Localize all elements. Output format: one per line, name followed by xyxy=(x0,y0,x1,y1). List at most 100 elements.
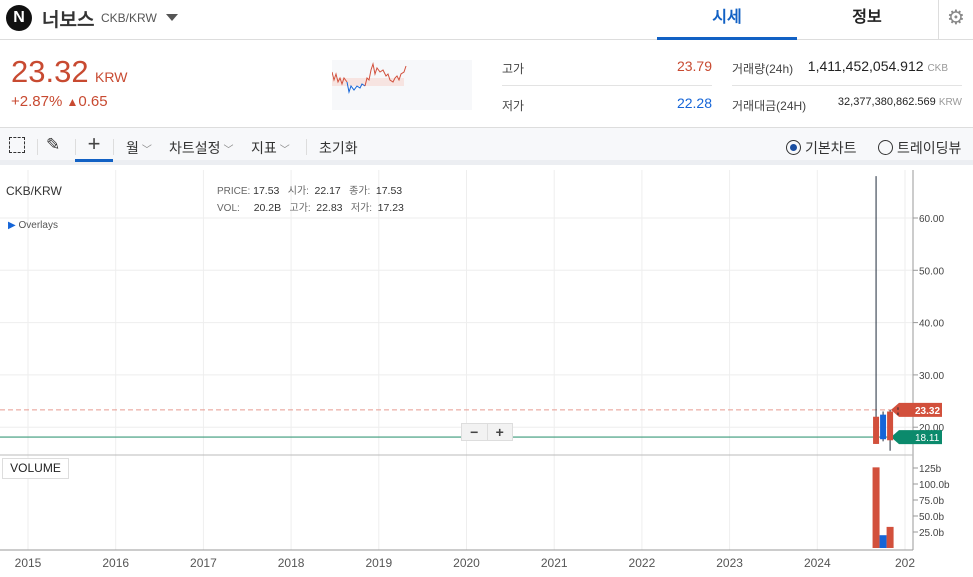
divider xyxy=(37,139,38,155)
coin-name: 너보스 xyxy=(42,10,95,31)
gear-icon[interactable]: ⚙ xyxy=(938,0,973,40)
top-bar: N 너보스 CKB/KRW 시세 정보 ⚙ xyxy=(0,0,973,40)
volume-label: 거래량(24h) xyxy=(732,62,794,76)
coin-logo: N xyxy=(6,5,32,31)
ohlc-info: PRICE: 17.53 시가: 22.17 종가: 17.53 VOL: 20… xyxy=(217,183,404,217)
price-change: +2.87% ▲0.65 xyxy=(11,93,108,110)
y-tick-label: 60.00 xyxy=(919,214,944,225)
tab-quote[interactable]: 시세 xyxy=(657,0,797,40)
overlays-label: Overlays xyxy=(18,220,58,231)
volume-value: 1,411,452,054.912 xyxy=(807,58,924,74)
reset-button[interactable]: 초기화 xyxy=(319,138,358,158)
x-tick-label: 2016 xyxy=(102,556,129,570)
period-label: 월 xyxy=(126,140,139,156)
x-tick-label: 2017 xyxy=(190,556,217,570)
low-value: 22.28 xyxy=(676,95,712,111)
amount-24h: 32,377,380,862.569 KRW xyxy=(800,96,962,108)
settings-label: 차트설정 xyxy=(169,140,221,156)
x-tick-label: 2023 xyxy=(716,556,743,570)
close-label: 종가: xyxy=(349,186,371,197)
up-arrow-icon: ▲ xyxy=(66,95,79,109)
basic-chart-label: 기본차트 xyxy=(805,140,857,156)
pencil-icon[interactable]: ✎ xyxy=(46,135,60,155)
amount-unit: KRW xyxy=(938,97,962,108)
open-value: 22.17 xyxy=(314,185,341,197)
x-tick-label: 202 xyxy=(895,556,915,570)
volume-unit: CKB xyxy=(927,63,948,74)
price-label: PRICE: xyxy=(217,186,251,197)
price-currency: KRW xyxy=(95,69,128,85)
amount-value: 32,377,380,862.569 xyxy=(837,96,936,108)
coin-pair: CKB/KRW xyxy=(101,11,157,25)
x-tick-label: 2015 xyxy=(15,556,42,570)
fullscreen-icon[interactable] xyxy=(9,137,25,153)
radio-selected-icon xyxy=(786,140,801,155)
amount-label: 거래대금(24H) xyxy=(732,99,807,113)
divider xyxy=(502,85,712,86)
high-label: 고가 xyxy=(502,62,525,76)
divider xyxy=(732,85,962,86)
chart-canvas[interactable]: 2015 2016 2017 2018 2019 2020 2021 2022 2023 2024… xyxy=(0,170,973,577)
indicators-label: 지표 xyxy=(251,140,277,156)
x-tick-label: 2018 xyxy=(278,556,305,570)
high-value: 23.79 xyxy=(676,58,712,74)
low-label: 저가 xyxy=(502,99,525,113)
current-price: 23.32 xyxy=(11,54,89,89)
y-tick-label: 30.00 xyxy=(919,371,944,382)
x-tick-label: 2019 xyxy=(365,556,392,570)
volume-panel-button[interactable]: VOLUME xyxy=(2,458,69,479)
indicators-dropdown[interactable]: 지표 ﹀ xyxy=(251,138,290,158)
chevron-down-icon: ﹀ xyxy=(279,145,290,156)
period-dropdown[interactable]: 월 ﹀ xyxy=(126,138,152,158)
chart-settings-dropdown[interactable]: 차트설정 ﹀ xyxy=(169,138,234,158)
close-value: 17.53 xyxy=(375,185,403,197)
candle-body xyxy=(880,414,887,440)
crosshair-icon[interactable]: + xyxy=(75,131,113,162)
coin-select-dropdown-icon[interactable] xyxy=(166,14,178,21)
chevron-down-icon: ﹀ xyxy=(141,145,152,156)
vol-label: VOL: xyxy=(217,203,240,214)
vol-tick-label: 125b xyxy=(919,464,942,475)
candle-body xyxy=(894,409,901,413)
triangle-right-icon: ▶ xyxy=(8,220,16,231)
divider xyxy=(306,139,307,155)
vol-tick-label: 50.0b xyxy=(919,512,944,523)
x-tick-label: 2022 xyxy=(629,556,656,570)
current-price-tag-label: 23.32 xyxy=(915,406,940,417)
y-tick-label: 40.00 xyxy=(919,319,944,330)
zoom-out-button[interactable]: − xyxy=(462,424,487,440)
low-label: 저가: xyxy=(350,203,373,214)
tradingview-label: 트레이딩뷰 xyxy=(897,140,962,156)
volume-bar xyxy=(879,535,887,548)
candle-body xyxy=(873,416,880,444)
vol-tick-label: 100.0b xyxy=(919,480,950,491)
volume-24h: 1,411,452,054.912 CKB xyxy=(800,58,948,74)
tradingview-radio[interactable]: 트레이딩뷰 xyxy=(878,138,961,158)
tab-info[interactable]: 정보 xyxy=(797,0,937,40)
vol-value: 20.2B xyxy=(253,202,282,214)
volume-bar xyxy=(886,526,894,548)
zoom-in-button[interactable]: + xyxy=(486,424,513,440)
zoom-control: − + xyxy=(461,423,513,441)
divider xyxy=(113,139,114,155)
change-amount: 0.65 xyxy=(78,93,108,110)
overlays-toggle[interactable]: ▶ Overlays xyxy=(8,220,58,231)
high-value: 22.83 xyxy=(316,202,343,214)
low-value: 17.23 xyxy=(377,202,404,214)
radio-icon xyxy=(878,140,893,155)
price-chart[interactable]: 2015 2016 2017 2018 2019 2020 2021 2022 2023 2024… xyxy=(0,170,973,577)
change-percent: +2.87% xyxy=(11,93,63,110)
open-label: 시가: xyxy=(287,186,309,197)
sparkline xyxy=(331,60,472,110)
y-tick-label: 50.00 xyxy=(919,266,944,277)
x-tick-label: 2021 xyxy=(541,556,568,570)
chevron-down-icon: ﹀ xyxy=(223,145,234,156)
x-tick-label: 2024 xyxy=(804,556,831,570)
vol-tick-label: 75.0b xyxy=(919,496,944,507)
high-label: 고가: xyxy=(289,203,311,214)
basic-chart-radio[interactable]: 기본차트 xyxy=(786,138,857,158)
chart-symbol: CKB/KRW xyxy=(6,184,62,198)
chart-toolbar: ✎ + 월 ﹀ 차트설정 ﹀ 지표 ﹀ 초기화 기본차트 트레이딩뷰 xyxy=(0,127,973,165)
vol-tick-label: 25.0b xyxy=(919,528,944,539)
price-value: 17.53 xyxy=(253,185,280,197)
